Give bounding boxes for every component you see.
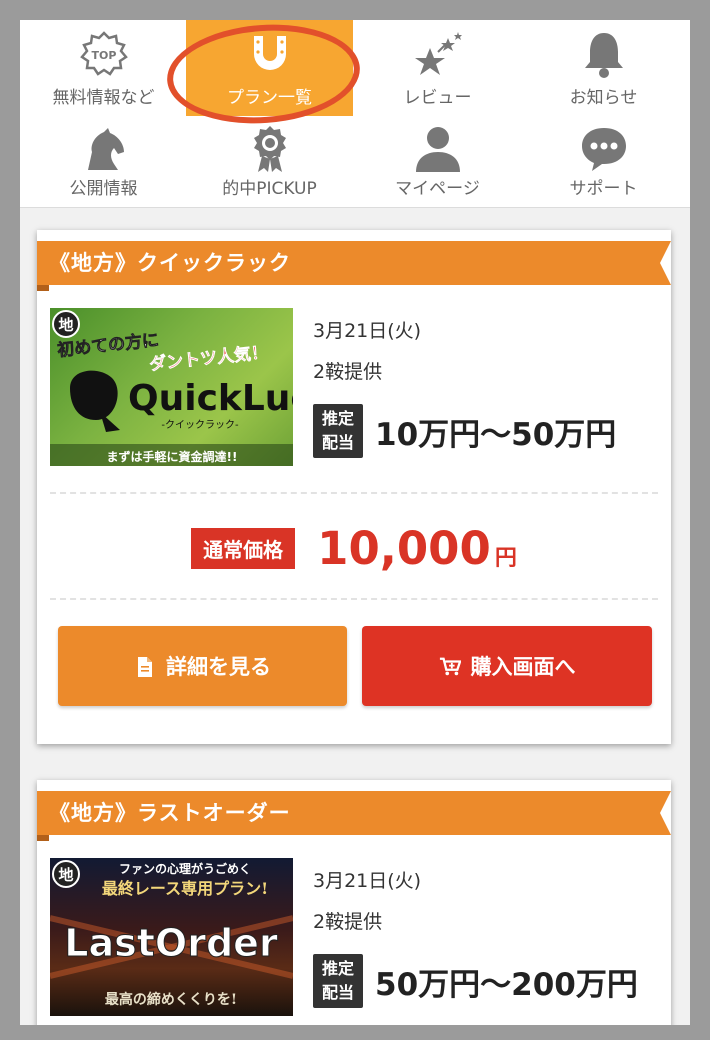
plan-date: 3月21日(火) [313,870,422,892]
nav-label: 無料情報など [52,88,155,108]
buy-button-label: 購入画面へ [470,655,576,679]
nav-item-mypage[interactable]: マイページ [354,114,521,208]
chat-icon [581,128,626,171]
horseshoe-icon [253,36,286,70]
nav-item-news[interactable]: お知らせ [520,20,687,114]
lastorder-banner-art: 地 ファンの心理がうごめく 最終レース専用プラン! LastOrder 最高の締… [50,860,293,1008]
plan-banner-image[interactable]: 地 ファンの心理がうごめく 最終レース専用プラン! LastOrder 最高の締… [50,858,293,1016]
nav-item-review[interactable]: レビュー [354,20,521,114]
stars-icon [414,32,462,75]
nav-item-plan-list[interactable]: プラン一覧 [186,20,353,116]
plan-banner-image[interactable]: 地 初めての方に ダントツ人気！ QuickLuck -クイックラック- まずは… [50,308,293,466]
payout-range: 10万円〜50万円 [375,416,617,453]
estimated-payout: 推定 配当 50万円〜200万円 [313,954,638,1008]
svg-text:地: 地 [58,866,73,884]
price-tag: 通常価格 [191,528,296,569]
svg-text:TOP: TOP [91,49,116,62]
app-frame: TOP 無料情報など プラン一覧 レビュー お知らせ 公開情報 的中PICKUP… [20,20,690,1025]
plan-title: 《地方》クイックラック [37,241,671,291]
top-nav: TOP 無料情報など プラン一覧 レビュー お知らせ 公開情報 的中PICKUP… [20,20,690,208]
svg-text:ファンの心理がうごめく: ファンの心理がうごめく [119,861,251,876]
estimated-payout: 推定 配当 10万円〜50万円 [313,404,616,458]
plan-info: 3月21日(火) 2鞍提供 推定 配当 10万円〜50万円 [313,316,616,458]
plan-card: 《地方》クイックラック 地 初めての方に ダントツ人気！ QuickLuck -… [37,230,671,744]
medal-icon [253,126,286,172]
nav-item-public-info[interactable]: 公開情報 [20,114,187,208]
plan-races: 2鞍提供 [313,911,383,933]
nav-label: レビュー [403,88,472,108]
svg-text:QuickLuck: QuickLuck [128,378,293,419]
document-icon [138,657,152,677]
nav-item-support[interactable]: サポート [520,114,687,208]
plan-info: 3月21日(火) 2鞍提供 推定 配当 50万円〜200万円 [313,866,638,1008]
quickluck-banner-art: 地 初めての方に ダントツ人気！ QuickLuck -クイックラック- まずは… [50,310,293,466]
nav-item-free-info[interactable]: TOP 無料情報など [20,20,187,114]
nav-label: 的中PICKUP [222,179,317,199]
svg-text:最終レース専用プラン!: 最終レース専用プラン! [102,879,268,898]
plan-card: 《地方》ラストオーダー 地 ファンの心理がうごめく 最終レース専用プラン! La… [37,780,671,1025]
payout-tag-line2: 配当 [321,433,354,452]
plan-title: 《地方》ラストオーダー [37,791,671,841]
price-row: 通常価格 10,000 円 [37,522,671,582]
top-badge-icon: TOP [79,31,128,76]
cart-plus-icon [439,657,461,676]
svg-text:まずは手軽に資金調達!!: まずは手軽に資金調達!! [107,449,238,464]
nav-label: マイページ [395,179,480,199]
payout-tag: 推定 配当 [313,954,363,1008]
nav-label: プラン一覧 [227,88,312,108]
detail-button[interactable]: 詳細を見る [58,626,347,706]
nav-label: サポート [569,179,638,199]
nav-label: 公開情報 [69,179,138,199]
payout-range: 50万円〜200万円 [375,966,638,1003]
plan-date: 3月21日(火) [313,320,422,342]
user-icon [415,127,460,172]
detail-button-label: 詳細を見る [166,655,271,679]
payout-tag-line1: 推定 [321,409,354,428]
svg-text:LastOrder: LastOrder [64,921,278,965]
payout-tag: 推定 配当 [313,404,363,458]
nav-item-pickup[interactable]: 的中PICKUP [186,114,353,208]
price-value: 10,000 [317,522,491,575]
svg-text:-クイックラック-: -クイックラック- [161,419,239,431]
svg-text:最高の締めくくりを!: 最高の締めくくりを! [105,991,237,1008]
horse-icon [87,128,124,170]
price-unit: 円 [494,545,517,571]
divider [50,598,658,600]
divider [50,492,658,494]
payout-tag-line1: 推定 [321,959,354,978]
nav-label: お知らせ [569,88,638,108]
bell-icon [584,33,623,78]
svg-text:ダントツ人気！: ダントツ人気！ [148,342,269,375]
payout-tag-line2: 配当 [321,983,354,1002]
buy-button[interactable]: 購入画面へ [362,626,652,706]
svg-text:地: 地 [58,316,73,334]
plan-races: 2鞍提供 [313,361,383,383]
